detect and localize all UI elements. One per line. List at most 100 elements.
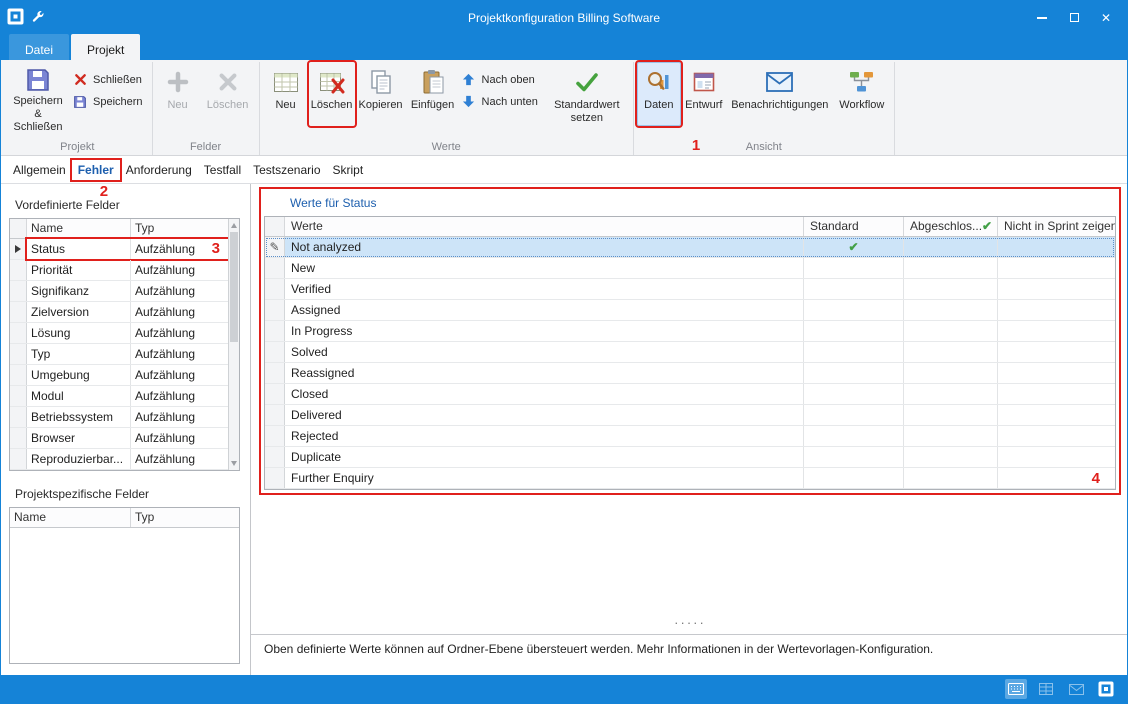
value-row[interactable]: In Progress <box>265 321 1115 342</box>
page-tab-testfall[interactable]: Testfall <box>198 160 247 180</box>
value-row[interactable]: Duplicate <box>265 447 1115 468</box>
value-row[interactable]: Rejected <box>265 426 1115 447</box>
table-new-icon <box>273 67 299 97</box>
scroll-up-icon[interactable] <box>231 223 237 228</box>
standard-cell <box>804 258 904 278</box>
value-row[interactable]: Verified <box>265 279 1115 300</box>
delete-value-button[interactable]: Löschen <box>309 62 355 126</box>
data-view-button[interactable]: Daten 1 <box>637 62 681 126</box>
field-row[interactable]: ModulAufzählung <box>10 386 228 407</box>
set-default-button[interactable]: Standardwert setzen <box>544 62 630 126</box>
splitter-handle[interactable]: ····· <box>264 615 1116 631</box>
name-column-header[interactable]: Name <box>27 219 131 238</box>
field-row-content: TypAufzählung <box>27 344 228 364</box>
value-cell: Assigned <box>285 300 804 320</box>
save-button[interactable]: Speichern <box>70 94 149 110</box>
close-window-button[interactable]: ✕ <box>1091 6 1121 30</box>
scroll-down-icon[interactable] <box>231 461 237 466</box>
page-tab-fehler[interactable]: Fehler2 <box>72 160 120 180</box>
grid-view-icon[interactable] <box>1035 679 1057 699</box>
page-tab-anforderung[interactable]: Anforderung <box>120 160 198 180</box>
group-label-projekt: Projekt <box>3 141 152 153</box>
row-select-marker <box>10 386 27 406</box>
values-table-header: Werte Standard Abgeschlos... ✔ Nicht in … <box>265 217 1115 237</box>
new-field-label: Neu <box>167 99 187 112</box>
field-row[interactable]: LösungAufzählung <box>10 323 228 344</box>
value-row[interactable]: ✎Not analyzed✔ <box>265 237 1115 258</box>
name-column-header[interactable]: Name <box>10 508 131 527</box>
page-tab-allgemein[interactable]: Allgemein <box>7 160 72 180</box>
new-value-button[interactable]: Neu <box>263 62 309 126</box>
field-row[interactable]: UmgebungAufzählung <box>10 365 228 386</box>
value-cell: In Progress <box>285 321 804 341</box>
workflow-button[interactable]: Workflow <box>833 62 891 126</box>
save-and-close-icon <box>25 67 51 93</box>
mail-status-icon[interactable] <box>1065 679 1087 699</box>
move-down-button[interactable]: Nach unten <box>459 94 544 109</box>
field-row[interactable]: BetriebssystemAufzählung <box>10 407 228 428</box>
tab-datei[interactable]: Datei <box>9 34 69 60</box>
values-table-body: ✎Not analyzed✔NewVerifiedAssignedIn Prog… <box>265 237 1115 489</box>
abgeschlossen-cell <box>904 384 998 404</box>
move-up-button[interactable]: Nach oben <box>459 72 544 87</box>
standard-cell <box>804 342 904 362</box>
group-label-werte: Werte <box>260 141 633 153</box>
field-row[interactable]: Reproduzierbar...Aufzählung <box>10 449 228 470</box>
workflow-label: Workflow <box>839 99 884 112</box>
value-row[interactable]: Further Enquiry <box>265 468 1115 489</box>
value-row[interactable]: Delivered <box>265 405 1115 426</box>
value-row[interactable]: Solved <box>265 342 1115 363</box>
value-row[interactable]: Assigned <box>265 300 1115 321</box>
save-and-close-label: Speichern & Schließen <box>9 95 67 134</box>
app-logo-icon[interactable] <box>1095 679 1117 699</box>
value-row[interactable]: Closed <box>265 384 1115 405</box>
new-field-button[interactable]: Neu <box>156 62 200 126</box>
value-row[interactable]: Reassigned <box>265 363 1115 384</box>
row-select-marker <box>10 407 27 427</box>
copy-button[interactable]: Kopieren <box>355 62 407 126</box>
wrench-icon <box>31 10 44 26</box>
minimize-button[interactable] <box>1027 6 1057 30</box>
field-row[interactable]: TypAufzählung <box>10 344 228 365</box>
maximize-button[interactable] <box>1059 6 1089 30</box>
notifications-button[interactable]: Benachrichtigungen <box>727 62 833 126</box>
type-column-header[interactable]: Typ <box>131 219 228 238</box>
data-magnifier-icon <box>646 67 672 97</box>
close-button[interactable]: Schließen <box>70 72 149 87</box>
paste-label: Einfügen <box>411 99 454 112</box>
paste-button[interactable]: Einfügen <box>407 62 459 126</box>
field-row[interactable]: SignifikanzAufzählung <box>10 281 228 302</box>
delete-field-button[interactable]: Löschen <box>200 62 256 126</box>
abgeschlossen-cell <box>904 237 998 257</box>
sprint-column-header[interactable]: Nicht in Sprint zeigen <box>998 217 1115 236</box>
field-type-cell: Aufzählung <box>131 449 228 469</box>
value-cell: Solved <box>285 342 804 362</box>
field-type-cell: Aufzählung <box>131 407 228 427</box>
sprint-cell <box>998 426 1115 446</box>
fields-scrollbar[interactable] <box>228 219 239 470</box>
ribbon-group-projekt: Speichern & Schließen Schließen Speicher… <box>3 62 153 155</box>
field-row[interactable]: BrowserAufzählung <box>10 428 228 449</box>
draft-view-button[interactable]: Entwurf <box>681 62 727 126</box>
page-tab-testszenario[interactable]: Testszenario <box>247 160 326 180</box>
copy-icon <box>369 67 393 97</box>
page-tab-skript[interactable]: Skript <box>327 160 370 180</box>
scrollbar-thumb[interactable] <box>230 232 238 342</box>
field-row-content: ZielversionAufzählung <box>27 302 228 322</box>
field-row[interactable]: ZielversionAufzählung <box>10 302 228 323</box>
field-name-cell: Browser <box>27 428 131 448</box>
abgeschlossen-column-header[interactable]: Abgeschlos... ✔ <box>904 217 998 236</box>
field-row[interactable]: StatusAufzählung3 <box>10 239 228 260</box>
keyboard-panel-icon[interactable] <box>1005 679 1027 699</box>
value-row[interactable]: New <box>265 258 1115 279</box>
save-and-close-button[interactable]: Speichern & Schließen <box>6 62 70 126</box>
standard-column-header[interactable]: Standard <box>804 217 904 236</box>
tab-projekt[interactable]: Projekt <box>71 34 140 60</box>
standard-cell <box>804 300 904 320</box>
field-name-cell: Betriebssystem <box>27 407 131 427</box>
werte-column-header[interactable]: Werte <box>285 217 804 236</box>
field-row[interactable]: PrioritätAufzählung <box>10 260 228 281</box>
row-select-marker <box>10 449 27 469</box>
type-column-header[interactable]: Typ <box>131 508 239 527</box>
abgeschlossen-header-label: Abgeschlos... <box>910 217 982 236</box>
